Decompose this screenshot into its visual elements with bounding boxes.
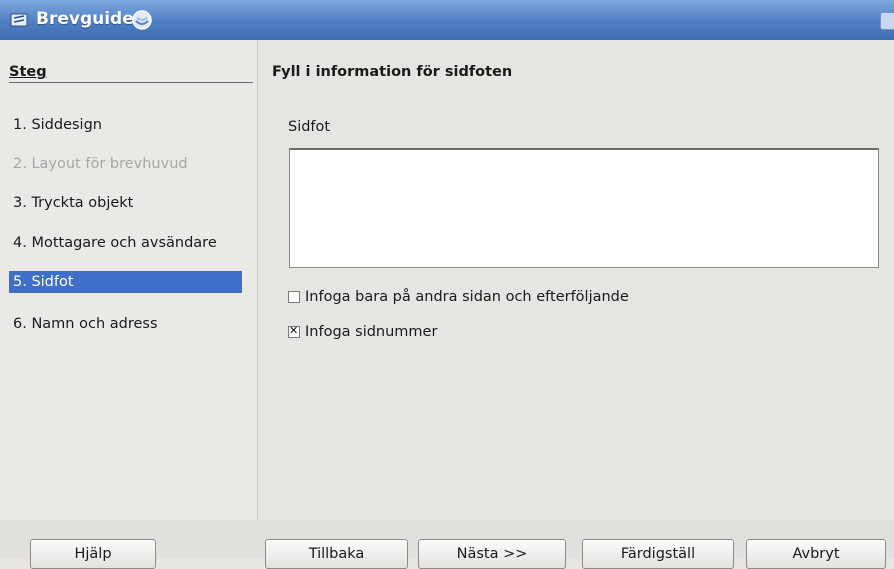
page-title: Fyll i information för sidfoten (272, 64, 513, 80)
help-button[interactable]: Hjälp (30, 539, 156, 569)
step-siddesign[interactable]: 1. Siddesign (9, 114, 242, 136)
page-number-checkbox[interactable] (288, 324, 300, 338)
writer-app-icon (10, 12, 28, 27)
step-sidfot[interactable]: 5. Sidfot (9, 271, 242, 293)
next-button[interactable]: Nästa >> (418, 539, 566, 569)
step-mottagare-avsandare[interactable]: 4. Mottagare och avsändare (9, 232, 242, 254)
step-tryckta-objekt[interactable]: 3. Tryckta objekt (9, 192, 242, 214)
finish-button[interactable]: Färdigställ (582, 539, 734, 569)
roll-up-icon[interactable] (131, 9, 153, 31)
step-namn-adress[interactable]: 6. Namn och adress (9, 313, 242, 335)
button-bar: Hjälp Tillbaka Nästa >> Färdigställ Avbr… (0, 520, 894, 569)
only-second-page-label: Infoga bara på andra sidan och efterfölj… (305, 289, 629, 305)
only-second-page-option[interactable]: Infoga bara på andra sidan och efterfölj… (288, 286, 629, 308)
page-number-label: Infoga sidnummer (305, 324, 438, 340)
step-layout-brevhuvud: 2. Layout för brevhuvud (13, 156, 188, 172)
main-panel: Fyll i information för sidfoten Sidfot I… (258, 40, 894, 520)
footer-textarea[interactable] (289, 148, 879, 268)
back-button[interactable]: Tillbaka (265, 539, 408, 569)
steps-sidebar: Steg 1. Siddesign 2. Layout för brevhuvu… (0, 40, 258, 520)
title-bar[interactable]: Brevguiden (0, 0, 894, 40)
footer-label: Sidfot (288, 119, 331, 135)
close-button[interactable] (880, 12, 894, 30)
heading-divider (9, 82, 253, 83)
only-second-page-checkbox[interactable] (288, 291, 300, 303)
window-title: Brevguiden (36, 9, 146, 29)
page-number-option[interactable]: Infoga sidnummer (288, 321, 437, 343)
steps-heading: Steg (9, 64, 47, 80)
cancel-button[interactable]: Avbryt (746, 539, 886, 569)
